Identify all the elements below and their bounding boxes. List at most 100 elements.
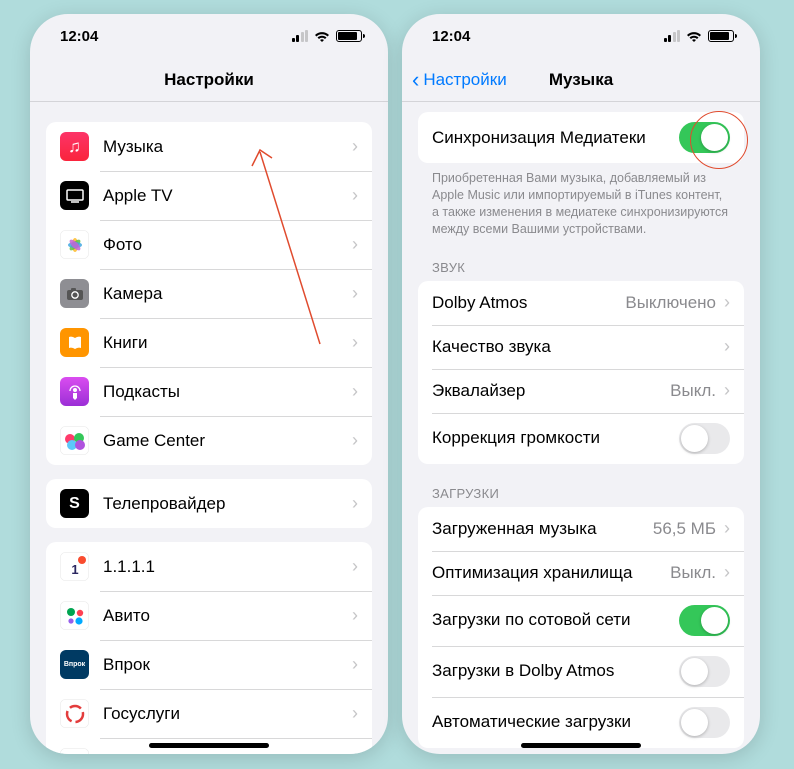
row-dolbydl[interactable]: Загрузки в Dolby Atmos xyxy=(418,646,744,697)
chevron-right-icon: › xyxy=(724,292,730,313)
back-button[interactable]: ‹ Настройки xyxy=(402,69,507,91)
downloads-footer: Музыка загружается автоматически для про… xyxy=(402,748,760,755)
status-icons xyxy=(664,30,735,42)
label: Качество звука xyxy=(432,337,724,357)
label: Game Center xyxy=(103,431,352,451)
label: Камера xyxy=(103,284,352,304)
status-icons xyxy=(292,30,363,42)
chevron-right-icon: › xyxy=(352,234,358,255)
label: Впрок xyxy=(103,655,352,675)
label: Телепровайдер xyxy=(103,494,352,514)
label: Коррекция громкости xyxy=(432,428,679,448)
row-optimize[interactable]: Оптимизация хранилищаВыкл.› xyxy=(418,551,744,595)
battery-icon xyxy=(708,30,734,42)
label: Загрузки по сотовой сети xyxy=(432,610,679,630)
avito-icon xyxy=(60,601,89,630)
value: Выключено xyxy=(625,293,716,313)
sound-header: ЗВУК xyxy=(402,238,760,281)
settings-row-appletv[interactable]: Apple TV› xyxy=(46,171,372,220)
music-settings-list[interactable]: Синхронизация Медиатеки Приобретенная Ва… xyxy=(402,102,760,754)
tvprovider-icon: S xyxy=(60,489,89,518)
chevron-right-icon: › xyxy=(352,185,358,206)
row-downloaded[interactable]: Загруженная музыка56,5 МБ› xyxy=(418,507,744,551)
row-sync-library[interactable]: Синхронизация Медиатеки xyxy=(418,112,744,163)
settings-list[interactable]: ♫Музыка›Apple TV›Фото›Камера›Книги›Подка… xyxy=(30,102,388,754)
svg-text:1: 1 xyxy=(71,562,78,577)
label: Книги xyxy=(103,333,352,353)
phone-left-settings: 12:04 Настройки ♫Музыка›Apple TV›Фото›Ка… xyxy=(30,14,388,754)
row-cellular[interactable]: Загрузки по сотовой сети xyxy=(418,595,744,646)
row-dolby[interactable]: Dolby AtmosВыключено› xyxy=(418,281,744,325)
value: Выкл. xyxy=(670,381,716,401)
label: Фото xyxy=(103,235,352,255)
sync-footer: Приобретенная Вами музыка, добавляемый и… xyxy=(402,163,760,238)
wifi-icon xyxy=(314,30,330,42)
chevron-right-icon: › xyxy=(724,562,730,583)
chevron-right-icon: › xyxy=(352,283,358,304)
label: Автоматические загрузки xyxy=(432,712,679,732)
music-icon: ♫ xyxy=(60,132,89,161)
navbar: ‹ Настройки Музыка xyxy=(402,58,760,102)
home-indicator xyxy=(521,743,641,748)
label: Загрузки в Dolby Atmos xyxy=(432,661,679,681)
toggle-cellular[interactable] xyxy=(679,605,730,636)
back-label: Настройки xyxy=(423,70,506,90)
label: Госуслуги xyxy=(103,704,352,724)
cellular-signal-icon xyxy=(664,30,681,42)
label: Синхронизация Медиатеки xyxy=(432,128,679,148)
status-time: 12:04 xyxy=(60,28,98,45)
photos-icon xyxy=(60,230,89,259)
navbar: Настройки xyxy=(30,58,388,102)
settings-row-gosuslugi[interactable]: Госуслуги› xyxy=(46,689,372,738)
home-indicator xyxy=(149,743,269,748)
chevron-left-icon: ‹ xyxy=(412,69,419,91)
settings-row-camera[interactable]: Камера› xyxy=(46,269,372,318)
settings-row-music[interactable]: ♫ Музыка› xyxy=(46,122,372,171)
chevron-right-icon: › xyxy=(352,332,358,353)
label: Авито xyxy=(103,606,352,626)
label: Apple TV xyxy=(103,186,352,206)
toggle-dolbydl[interactable] xyxy=(679,656,730,687)
chevron-right-icon: › xyxy=(352,430,358,451)
toggle-autodl[interactable] xyxy=(679,707,730,738)
appletv-icon xyxy=(60,181,89,210)
label: Оптимизация хранилища xyxy=(432,563,670,583)
status-bar: 12:04 xyxy=(402,14,760,58)
settings-row-avito[interactable]: Авито› xyxy=(46,591,372,640)
books-icon xyxy=(60,328,89,357)
camera-icon xyxy=(60,279,89,308)
settings-row-books[interactable]: Книги› xyxy=(46,318,372,367)
toggle-sync-library[interactable] xyxy=(679,122,730,153)
downloads-header: ЗАГРУЗКИ xyxy=(402,464,760,507)
settings-row-vprok[interactable]: ВпрокВпрок› xyxy=(46,640,372,689)
chevron-right-icon: › xyxy=(352,493,358,514)
settings-row-podcasts[interactable]: Подкасты› xyxy=(46,367,372,416)
settings-row-tvprovider[interactable]: S Телепровайдер› xyxy=(46,479,372,528)
row-eq[interactable]: ЭквалайзерВыкл. › xyxy=(418,369,744,413)
chevron-right-icon: › xyxy=(352,136,358,157)
settings-row-gamecenter[interactable]: Game Center› xyxy=(46,416,372,465)
status-bar: 12:04 xyxy=(30,14,388,58)
settings-row-1111[interactable]: 1 1.1.1.1› xyxy=(46,542,372,591)
chevron-right-icon: › xyxy=(352,605,358,626)
row-autodl[interactable]: Автоматические загрузки xyxy=(418,697,744,748)
page-title: Настройки xyxy=(30,70,388,90)
chevron-right-icon: › xyxy=(352,381,358,402)
wifi-icon xyxy=(686,30,702,42)
row-quality[interactable]: Качество звука› xyxy=(418,325,744,369)
label: Диск xyxy=(103,753,352,755)
settings-row-photos[interactable]: Фото› xyxy=(46,220,372,269)
label: 1.1.1.1 xyxy=(103,557,352,577)
label: Подкасты xyxy=(103,382,352,402)
label: Эквалайзер xyxy=(432,381,670,401)
row-volcorr[interactable]: Коррекция громкости xyxy=(418,413,744,464)
1111-icon: 1 xyxy=(60,552,89,581)
podcasts-icon xyxy=(60,377,89,406)
label: Музыка xyxy=(103,137,352,157)
label: Загруженная музыка xyxy=(432,519,653,539)
toggle-volcorr[interactable] xyxy=(679,423,730,454)
chevron-right-icon: › xyxy=(724,380,730,401)
cellular-signal-icon xyxy=(292,30,309,42)
chevron-right-icon: › xyxy=(352,556,358,577)
chevron-right-icon: › xyxy=(724,518,730,539)
